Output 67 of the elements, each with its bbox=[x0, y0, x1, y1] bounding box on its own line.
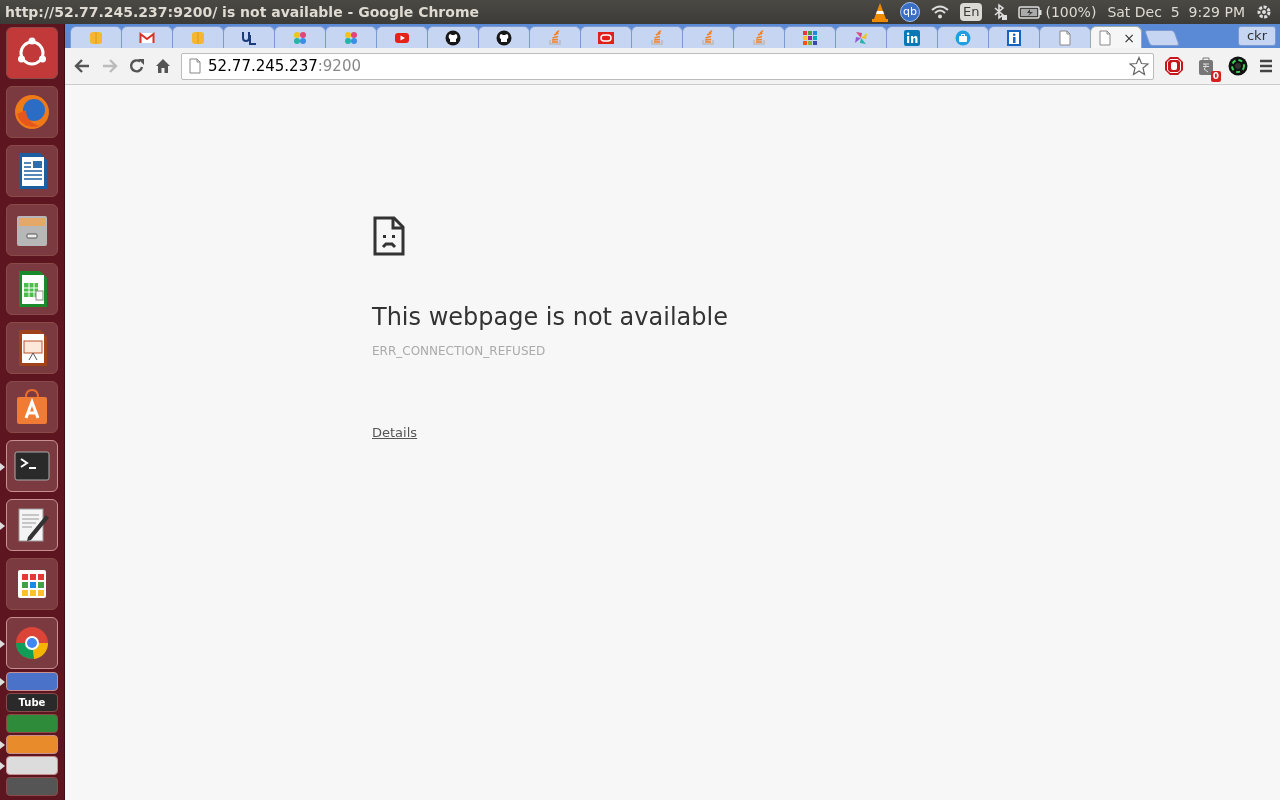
window-title: http://52.77.245.237:9200/ is not available - Google Chrome bbox=[5, 2, 479, 22]
star-icon[interactable] bbox=[1129, 56, 1149, 76]
running-indicator bbox=[0, 678, 5, 686]
cube-icon bbox=[190, 29, 206, 46]
browser-tab[interactable] bbox=[478, 26, 530, 48]
menu-icon[interactable] bbox=[1258, 59, 1274, 73]
camera-lens-icon[interactable] bbox=[1228, 56, 1248, 76]
stop-hand-icon[interactable] bbox=[1164, 56, 1184, 76]
address-bar[interactable]: 52.77.245.237:9200 bbox=[181, 52, 1154, 80]
monogram-icon bbox=[241, 29, 257, 46]
cube-icon bbox=[88, 29, 104, 46]
browser-tab[interactable] bbox=[427, 26, 479, 48]
battery-percentage: (100%) bbox=[1045, 2, 1097, 22]
stacked-trays-icon bbox=[700, 29, 716, 46]
rounded-rectangle-icon bbox=[598, 29, 614, 46]
envelope-icon bbox=[139, 29, 155, 46]
color-grid-icon bbox=[802, 29, 818, 46]
reload-icon[interactable] bbox=[129, 58, 145, 74]
briefcase-icon bbox=[955, 29, 971, 46]
launcher-icon[interactable] bbox=[6, 558, 58, 610]
running-indicator bbox=[0, 463, 5, 471]
running-indicator bbox=[0, 640, 5, 648]
details-link[interactable]: Details bbox=[372, 423, 418, 443]
home-icon[interactable] bbox=[155, 58, 171, 74]
traffic-cone-icon[interactable] bbox=[870, 2, 889, 22]
wifi-icon[interactable] bbox=[930, 5, 949, 19]
bluetooth-icon[interactable] bbox=[993, 3, 1008, 21]
stacked-launcher-icon[interactable]: Tube bbox=[6, 693, 58, 712]
power-icon[interactable] bbox=[1256, 4, 1272, 20]
fox-globe-icon bbox=[12, 92, 52, 132]
info-icon bbox=[1006, 29, 1022, 46]
stacked-trays-icon bbox=[751, 29, 767, 46]
error-code: ERR_CONNECTION_REFUSED bbox=[372, 343, 546, 360]
notification-badge: 0 bbox=[1210, 71, 1221, 82]
profile-button[interactable]: ckr bbox=[1237, 26, 1276, 46]
octocat-icon bbox=[445, 29, 461, 46]
keyboard-layout-indicator[interactable]: En bbox=[959, 3, 983, 21]
clock[interactable]: Sat Dec 5 9:29 PM bbox=[1107, 1, 1245, 23]
running-indicator bbox=[0, 741, 5, 749]
colored-dots-icon bbox=[343, 29, 359, 46]
page-icon bbox=[188, 58, 202, 74]
sad-page-icon bbox=[372, 215, 406, 257]
linkedin-icon bbox=[904, 29, 920, 46]
error-title: This webpage is not available bbox=[372, 302, 728, 332]
colored-dots-icon bbox=[292, 29, 308, 46]
battery-icon[interactable] bbox=[1018, 5, 1043, 19]
icon-label: Tube bbox=[17, 696, 47, 709]
close-tab-button[interactable]: × bbox=[1123, 30, 1135, 45]
shopping-bag-icon[interactable] bbox=[1197, 56, 1215, 76]
launcher-icon[interactable] bbox=[6, 27, 58, 79]
browser-tab[interactable]: × bbox=[1090, 26, 1142, 48]
stacked-trays-icon bbox=[547, 29, 563, 46]
running-indicator bbox=[0, 762, 5, 770]
stacked-trays-icon bbox=[649, 29, 665, 46]
running-indicator bbox=[0, 522, 5, 530]
browser-tab[interactable] bbox=[223, 26, 275, 48]
url-text: 52.77.245.237:9200 bbox=[208, 55, 361, 77]
launcher-icon[interactable] bbox=[6, 322, 58, 374]
launcher-icon[interactable] bbox=[6, 263, 58, 315]
blank-page-icon bbox=[1097, 29, 1114, 46]
blank-page-icon bbox=[1057, 29, 1073, 46]
pinwheel-icon bbox=[853, 29, 869, 46]
qbittorrent-tray-icon[interactable]: qb bbox=[899, 2, 920, 22]
launcher-icon[interactable] bbox=[6, 145, 58, 197]
launcher-icon[interactable] bbox=[6, 381, 58, 433]
back-icon[interactable] bbox=[73, 58, 91, 74]
octocat-icon bbox=[496, 29, 512, 46]
